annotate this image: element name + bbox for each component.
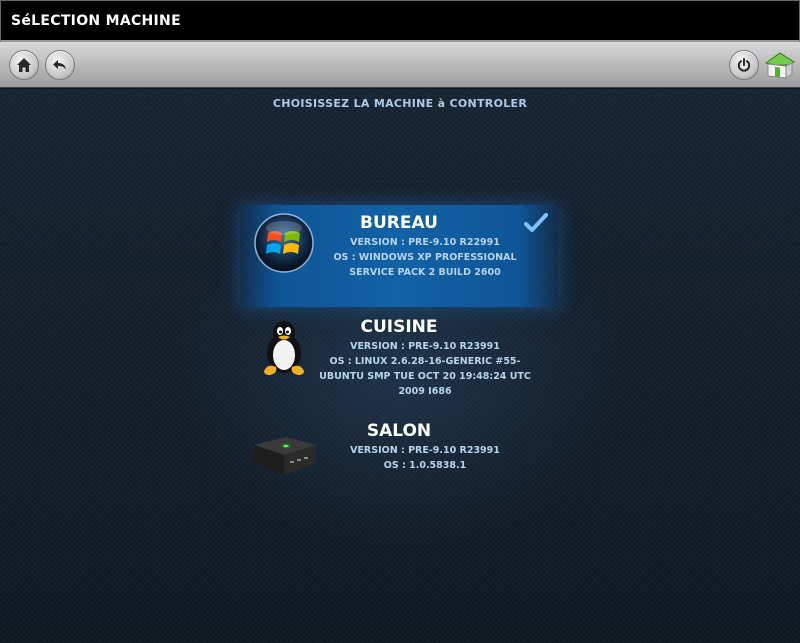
machine-name: BUREAU: [360, 213, 438, 233]
toolbar: [0, 42, 800, 88]
machine-os: OS : LINUX 2.6.28-16-GENERIC #55-UBUNTU …: [319, 356, 531, 397]
home-button[interactable]: [9, 50, 39, 80]
green-house-icon: [764, 52, 795, 79]
back-arrow-icon: [53, 60, 66, 70]
green-house-button[interactable]: [764, 50, 796, 80]
machine-version: VERSION : PRE-9.10 R23991: [350, 445, 500, 456]
machine-os: OS : WINDOWS XP PROFESSIONAL SERVICE PAC…: [333, 252, 517, 278]
power-icon: [737, 58, 751, 72]
power-button[interactable]: [729, 50, 759, 80]
home-icon: [17, 58, 31, 72]
machine-item-cuisine[interactable]: CUISINE VERSION : PRE-9.10 R23991 OS : L…: [240, 309, 558, 411]
checkmark-icon: [524, 213, 548, 232]
machine-version: VERSION : PRE-9.10 R23991: [350, 341, 500, 352]
machine-name: CUISINE: [360, 317, 438, 337]
window-title: SéLECTION MACHINE: [11, 13, 181, 29]
machine-item-salon[interactable]: SALON VERSION : PRE-9.10 R23991 OS : 1.0…: [240, 413, 558, 515]
machine-name: SALON: [366, 421, 432, 441]
machine-item-bureau[interactable]: BUREAU VERSION : PRE-9.10 R22991 OS : WI…: [240, 205, 558, 307]
back-button[interactable]: [45, 50, 75, 80]
machine-os: OS : 1.0.5838.1: [383, 460, 467, 471]
page-heading: CHOISISSEZ LA MACHINE à CONTROLER: [272, 97, 528, 110]
machine-version: VERSION : PRE-9.10 R22991: [350, 237, 500, 248]
window-title-bar: SéLECTION MACHINE: [0, 0, 800, 42]
machine-selection-panel: CHOISISSEZ LA MACHINE à CONTROLER BUREAU…: [0, 89, 800, 643]
